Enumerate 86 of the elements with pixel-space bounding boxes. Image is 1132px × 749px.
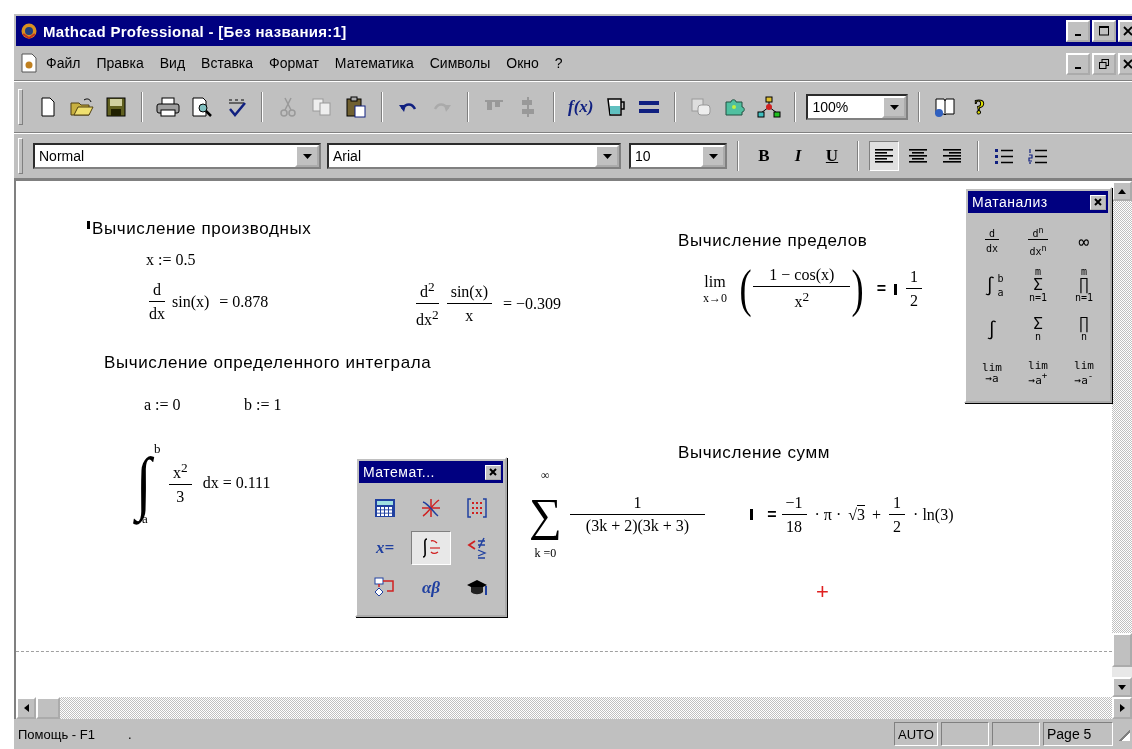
math-definition: x := 0.5 [146, 251, 196, 269]
close-icon [489, 468, 497, 476]
calculus-button[interactable]: d dx [970, 221, 1014, 261]
insert-function-button[interactable]: f(x) [565, 92, 597, 122]
scroll-down-button[interactable] [1112, 677, 1132, 697]
menu-item[interactable]: Символы [421, 55, 499, 71]
math-definition: b := 1 [244, 396, 282, 414]
status-text: Помощь - F1 [18, 726, 95, 742]
calculus-button[interactable]: Σ n [1016, 309, 1060, 349]
menu-item[interactable]: ? [546, 55, 571, 71]
status-pane [941, 722, 989, 746]
window-title: Mathcad Professional - [Без названия:1] [43, 22, 347, 40]
menu-item[interactable]: Математика [326, 55, 422, 71]
minimize-icon [1075, 34, 1081, 36]
scrollbar-thumb[interactable] [1112, 633, 1132, 667]
close-icon [1094, 198, 1102, 206]
menu-item[interactable]: Правка [88, 55, 152, 71]
menu-item[interactable]: Окно [498, 55, 547, 71]
worksheet[interactable] [16, 181, 1112, 697]
scroll-arrow-icon [1118, 188, 1126, 194]
evaluation-palette-button[interactable]: x= [365, 531, 405, 565]
scroll-up-button[interactable] [1112, 181, 1132, 201]
close-button[interactable] [1118, 53, 1132, 75]
restore-icon [1099, 59, 1109, 69]
section-heading: Вычисление сумм [678, 443, 831, 463]
font-dropdown[interactable]: Arial [327, 143, 621, 169]
zoom-dropdown[interactable]: 100% [806, 94, 909, 120]
caret-icon [890, 104, 899, 110]
math-result: 1 2 [905, 268, 923, 310]
font-size-dropdown[interactable]: 10 [629, 143, 727, 169]
calculus-button[interactable]: lim →a$^{+}$ [1016, 353, 1060, 393]
scroll-arrow-icon [23, 704, 29, 712]
menu-item[interactable]: Вид [151, 55, 194, 71]
palette-title: Математ... [363, 464, 435, 480]
scroll-right-button[interactable] [1112, 697, 1132, 719]
align-left-icon[interactable] [869, 141, 899, 171]
calculus-button[interactable]: m ∏ n=1 [1062, 265, 1106, 305]
maximize-button[interactable] [1092, 20, 1116, 42]
menu-item[interactable]: Файл [38, 55, 89, 71]
crosshair-cursor: + [816, 579, 829, 605]
calculus-button[interactable]: ∏ n [1062, 309, 1106, 349]
page-indicator: Page 5 [1043, 722, 1113, 746]
menu-item[interactable]: Вставка [193, 55, 262, 71]
mode-indicator: AUTO [894, 722, 938, 746]
app-logo-icon [20, 22, 38, 40]
underline-button[interactable]: U [817, 141, 847, 171]
greek-palette-button[interactable]: αβ [411, 571, 451, 605]
close-button[interactable] [1118, 20, 1132, 42]
status-pane [992, 722, 1040, 746]
scroll-arrow-icon [1119, 704, 1125, 712]
section-heading: Вычисление определенного интеграла [104, 353, 432, 373]
scrollbar-thumb[interactable] [36, 697, 60, 719]
close-icon [1123, 26, 1132, 36]
bold-button[interactable]: B [749, 141, 779, 171]
section-heading: Вычисление производных [92, 219, 312, 239]
equals-sign: = [767, 505, 777, 524]
section-heading: Вычисление пределов [678, 231, 868, 251]
calculus-button[interactable]: d$^{n}$ dx$^{n}$ [1016, 221, 1060, 261]
minimize-icon [1075, 67, 1081, 69]
close-button[interactable] [1090, 194, 1106, 210]
style-dropdown[interactable]: Normal [33, 143, 321, 169]
calculus-button[interactable]: ∞ [1062, 221, 1106, 261]
minimize-button[interactable] [1066, 53, 1090, 75]
math-definition: a := 0 [144, 396, 181, 414]
menu-item[interactable]: Формат [261, 55, 327, 71]
calculus-button[interactable]: lim →a [970, 353, 1014, 393]
calculus-icon[interactable] [411, 531, 451, 565]
close-button[interactable] [485, 464, 501, 480]
minimize-button[interactable] [1066, 20, 1090, 42]
caret-icon [302, 153, 312, 159]
status-text: . [127, 726, 132, 742]
italic-button[interactable]: I [783, 141, 813, 171]
resize-grip[interactable] [1116, 727, 1130, 741]
caret-icon [602, 153, 612, 159]
equals-sign: = [876, 280, 886, 298]
calculus-button[interactable]: lim →a$^{-}$ [1062, 353, 1106, 393]
caret-icon [708, 153, 718, 159]
restore-button[interactable] [1092, 53, 1116, 75]
document-icon[interactable] [20, 53, 38, 73]
palette-title: Матанализ [972, 194, 1048, 210]
close-icon [1123, 59, 1132, 69]
scroll-left-button[interactable] [16, 697, 36, 719]
maximize-icon [1099, 26, 1109, 36]
calculus-button[interactable]: m Σ n=1 [1016, 265, 1060, 305]
calculus-button[interactable]: ∫ [970, 309, 1014, 349]
scroll-arrow-icon [1118, 684, 1126, 690]
